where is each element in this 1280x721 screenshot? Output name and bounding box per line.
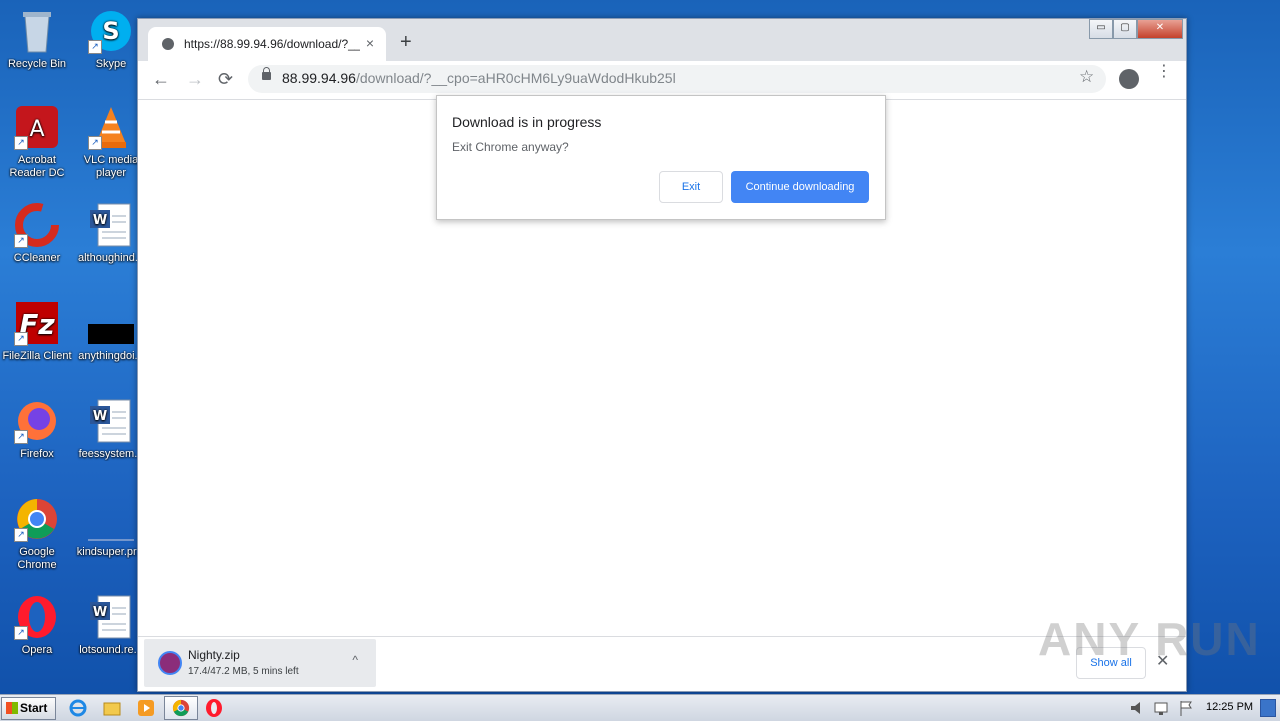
start-button[interactable]: Start bbox=[1, 697, 56, 720]
maximize-button[interactable]: ▢ bbox=[1113, 19, 1137, 39]
volume-icon[interactable] bbox=[1128, 698, 1148, 718]
menu-dots-icon[interactable]: ⋮ bbox=[1156, 64, 1172, 80]
shortcut-arrow-icon: ↗ bbox=[14, 332, 28, 346]
acrobat-icon: A ↗ bbox=[14, 104, 60, 150]
desktop-icon-opera[interactable]: ↗ Opera bbox=[0, 594, 74, 657]
opera-icon: ↗ bbox=[14, 594, 60, 640]
shortcut-arrow-icon: ↗ bbox=[14, 528, 28, 542]
svg-text:W: W bbox=[93, 213, 107, 228]
desktop-icon-label: CCleaner bbox=[13, 252, 61, 264]
anyrun-watermark: ANY RUN bbox=[1038, 613, 1261, 665]
file-thumbnail-icon bbox=[88, 300, 134, 346]
opera-icon[interactable] bbox=[204, 698, 224, 718]
recycle-bin-icon bbox=[14, 8, 60, 54]
bookmark-star-icon[interactable]: ☆ bbox=[1079, 67, 1094, 87]
globe-icon bbox=[162, 38, 174, 50]
desktop-icon-firefox[interactable]: ↗ Firefox bbox=[0, 398, 74, 461]
chevron-up-icon[interactable]: ^ bbox=[352, 653, 358, 667]
svg-text:W: W bbox=[93, 605, 107, 620]
tab-close-icon[interactable]: × bbox=[366, 35, 374, 51]
close-window-button[interactable]: ✕ bbox=[1137, 19, 1183, 39]
exit-confirm-dialog: Download is in progress Exit Chrome anyw… bbox=[436, 95, 886, 220]
vlc-icon: ↗ bbox=[88, 104, 134, 150]
dialog-title: Download is in progress bbox=[452, 114, 602, 130]
shortcut-arrow-icon: ↗ bbox=[14, 430, 28, 444]
internet-explorer-icon[interactable] bbox=[68, 698, 88, 718]
back-button[interactable]: ← bbox=[152, 69, 170, 90]
shortcut-arrow-icon: ↗ bbox=[14, 234, 28, 248]
desktop-icon-acrobat[interactable]: A ↗ Acrobat Reader DC bbox=[0, 104, 74, 180]
browser-tab[interactable]: https://88.99.94.96/download/?__c × bbox=[148, 27, 386, 61]
skype-icon: S ↗ bbox=[88, 8, 134, 54]
address-bar[interactable]: 88.99.94.96/download/?__cpo=aHR0cHM6Ly9u… bbox=[248, 65, 1106, 93]
firefox-icon: ↗ bbox=[14, 398, 60, 444]
start-label: Start bbox=[20, 701, 48, 715]
minimize-button[interactable]: ▭ bbox=[1089, 19, 1113, 39]
taskbar-clock[interactable]: 12:25 PM bbox=[1206, 701, 1253, 713]
tab-strip: https://88.99.94.96/download/?__c × + ▭ … bbox=[138, 19, 1186, 61]
media-player-icon[interactable] bbox=[136, 698, 156, 718]
show-desktop-button[interactable] bbox=[1260, 699, 1276, 717]
network-icon[interactable] bbox=[1152, 698, 1172, 718]
exit-button[interactable]: Exit bbox=[659, 171, 723, 203]
desktop-icon-label: Google Chrome bbox=[17, 546, 57, 571]
shortcut-arrow-icon: ↗ bbox=[14, 626, 28, 640]
lock-icon bbox=[262, 67, 271, 80]
taskbar-chrome-button[interactable] bbox=[164, 696, 198, 720]
desktop-icon-label: FileZilla Client bbox=[2, 350, 72, 362]
shortcut-arrow-icon: ↗ bbox=[88, 136, 102, 150]
word-document-icon: W bbox=[88, 398, 134, 444]
url-text[interactable]: 88.99.94.96/download/?__cpo=aHR0cHM6Ly9u… bbox=[282, 70, 676, 86]
new-tab-button[interactable]: + bbox=[400, 31, 412, 54]
desktop-icon-label: Acrobat Reader DC bbox=[9, 154, 65, 179]
download-bar: Nighty.zip 17.4/47.2 MB, 5 mins left ^ S… bbox=[138, 636, 1186, 691]
chrome-icon bbox=[172, 699, 190, 717]
desktop-icon-label: Firefox bbox=[20, 448, 54, 460]
file-explorer-icon[interactable] bbox=[102, 698, 122, 718]
svg-text:W: W bbox=[93, 409, 107, 424]
desktop-icon-label: Opera bbox=[21, 644, 53, 656]
download-status: 17.4/47.2 MB, 5 mins left bbox=[188, 666, 299, 677]
action-center-flag-icon[interactable] bbox=[1176, 698, 1196, 718]
file-thumbnail-icon bbox=[88, 496, 134, 542]
desktop-icon-label: Recycle Bin bbox=[7, 58, 67, 70]
svg-text:A: A bbox=[29, 117, 44, 142]
download-file-name: Nighty.zip bbox=[188, 648, 240, 662]
desktop-icon-chrome[interactable]: ↗ Google Chrome bbox=[0, 496, 74, 572]
desktop-icon-ccleaner[interactable]: ↗ CCleaner bbox=[0, 202, 74, 265]
url-path: /download/?__cpo=aHR0cHM6Ly9uaWdodHkub25… bbox=[355, 70, 676, 86]
svg-text:S: S bbox=[102, 17, 119, 45]
shortcut-arrow-icon: ↗ bbox=[14, 136, 28, 150]
word-document-icon: W bbox=[88, 202, 134, 248]
winrar-archive-icon bbox=[158, 651, 182, 675]
download-item[interactable]: Nighty.zip 17.4/47.2 MB, 5 mins left ^ bbox=[144, 639, 376, 687]
dialog-subtitle: Exit Chrome anyway? bbox=[452, 140, 569, 154]
url-host: 88.99.94.96 bbox=[282, 70, 356, 86]
shortcut-arrow-icon: ↗ bbox=[88, 40, 102, 54]
chrome-icon: ↗ bbox=[14, 496, 60, 542]
account-avatar-icon[interactable] bbox=[1119, 69, 1139, 89]
taskbar: Start 12:25 PM bbox=[0, 694, 1280, 721]
reload-button[interactable]: ⟳ bbox=[218, 69, 233, 90]
continue-downloading-button[interactable]: Continue downloading bbox=[731, 171, 869, 203]
filezilla-icon: Fz ↗ bbox=[14, 300, 60, 346]
desktop-icon-recycle-bin[interactable]: Recycle Bin bbox=[0, 8, 74, 71]
tab-title: https://88.99.94.96/download/?__c bbox=[184, 37, 360, 51]
forward-button[interactable]: → bbox=[186, 69, 204, 90]
desktop-icon-filezilla[interactable]: Fz ↗ FileZilla Client bbox=[0, 300, 74, 363]
ccleaner-icon: ↗ bbox=[14, 202, 60, 248]
word-document-icon: W bbox=[88, 594, 134, 640]
windows-logo-icon bbox=[6, 702, 18, 714]
